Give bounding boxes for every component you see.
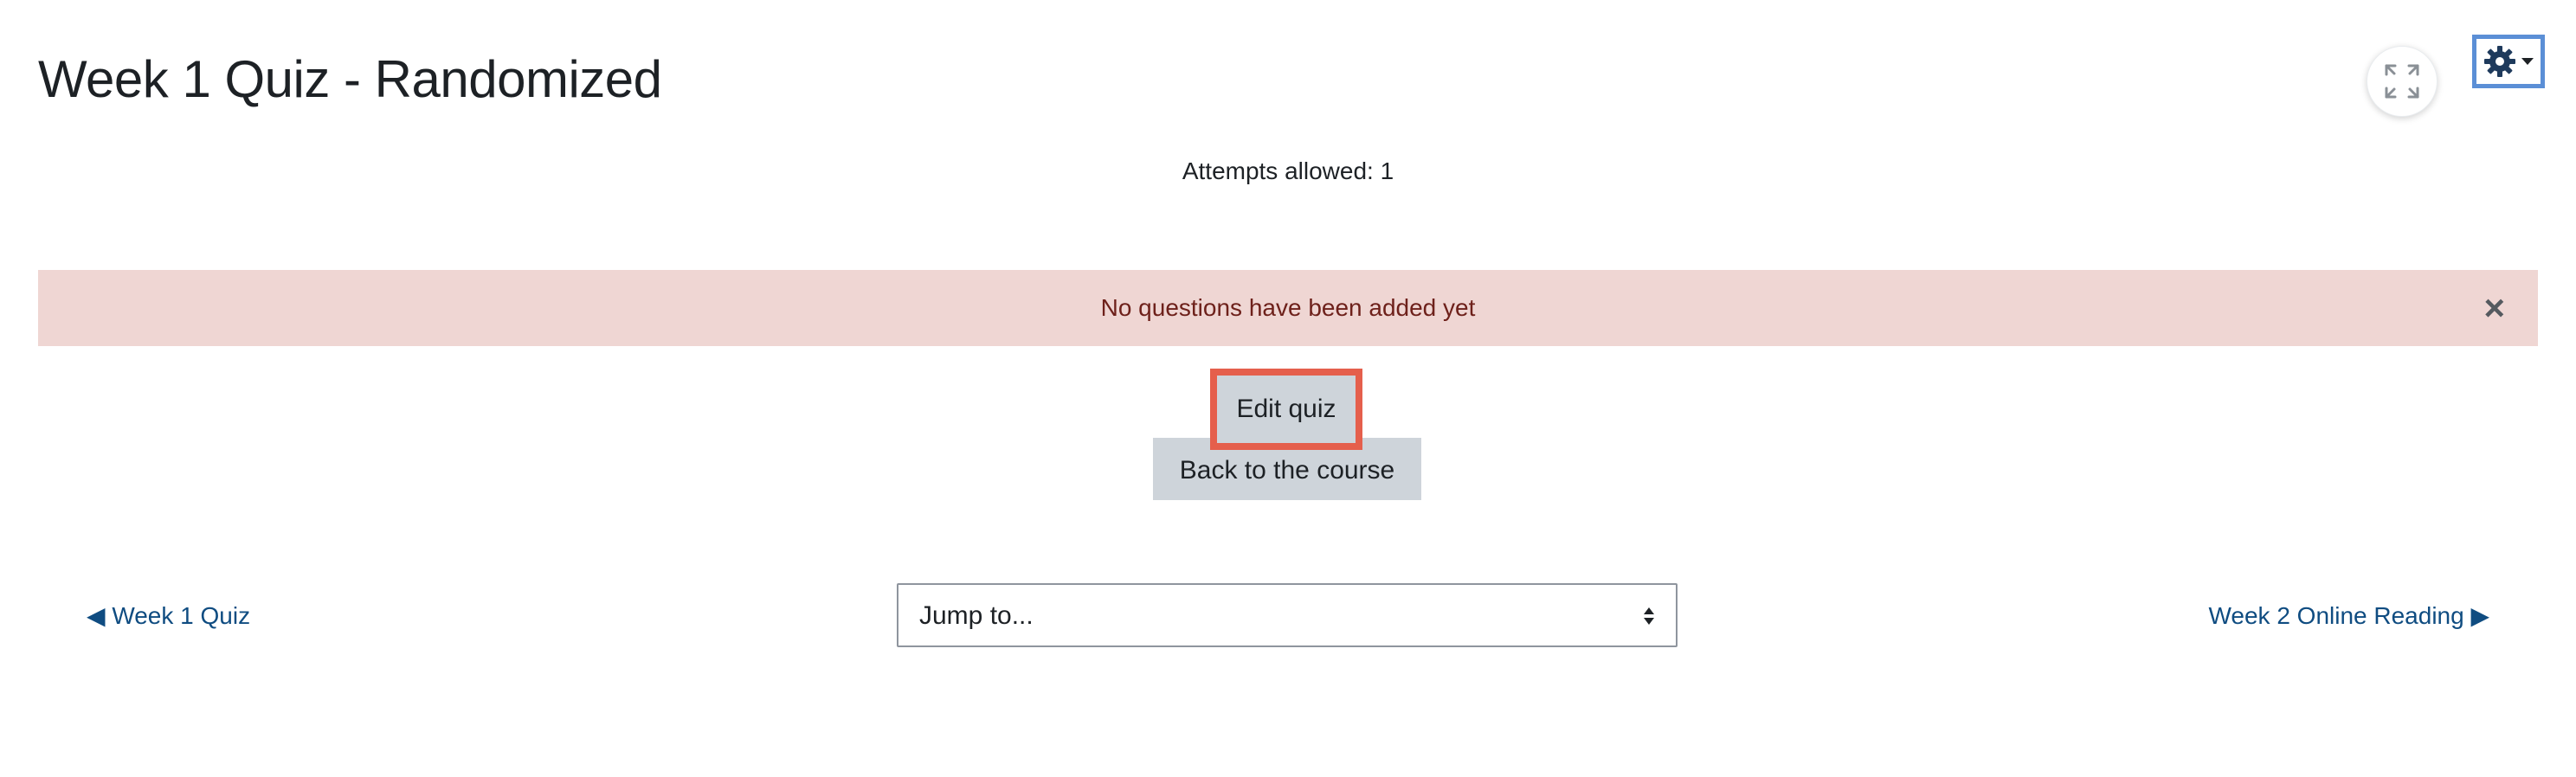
close-icon[interactable]: × (2483, 287, 2505, 329)
alert-message: No questions have been added yet (1100, 294, 1476, 321)
gear-icon (2484, 46, 2515, 77)
edit-quiz-button[interactable]: Edit quiz (1210, 369, 1362, 450)
next-activity-link[interactable]: Week 2 Online Reading ▶ (2208, 599, 2489, 633)
settings-menu-button[interactable] (2472, 35, 2545, 88)
no-questions-alert: No questions have been added yet × (38, 270, 2538, 346)
page-title: Week 1 Quiz - Randomized (38, 50, 662, 108)
attempts-allowed: Attempts allowed: 1 (1182, 157, 1394, 184)
caret-down-icon (2521, 58, 2534, 65)
fullscreen-button[interactable] (2367, 46, 2438, 117)
jump-to-select[interactable]: Jump to... (897, 583, 1678, 647)
expand-arrows-icon (2385, 64, 2419, 99)
previous-activity-link[interactable]: ◀ Week 1 Quiz (87, 599, 250, 633)
select-arrows-icon (1644, 607, 1654, 625)
jump-to-select-value: Jump to... (919, 601, 1034, 630)
